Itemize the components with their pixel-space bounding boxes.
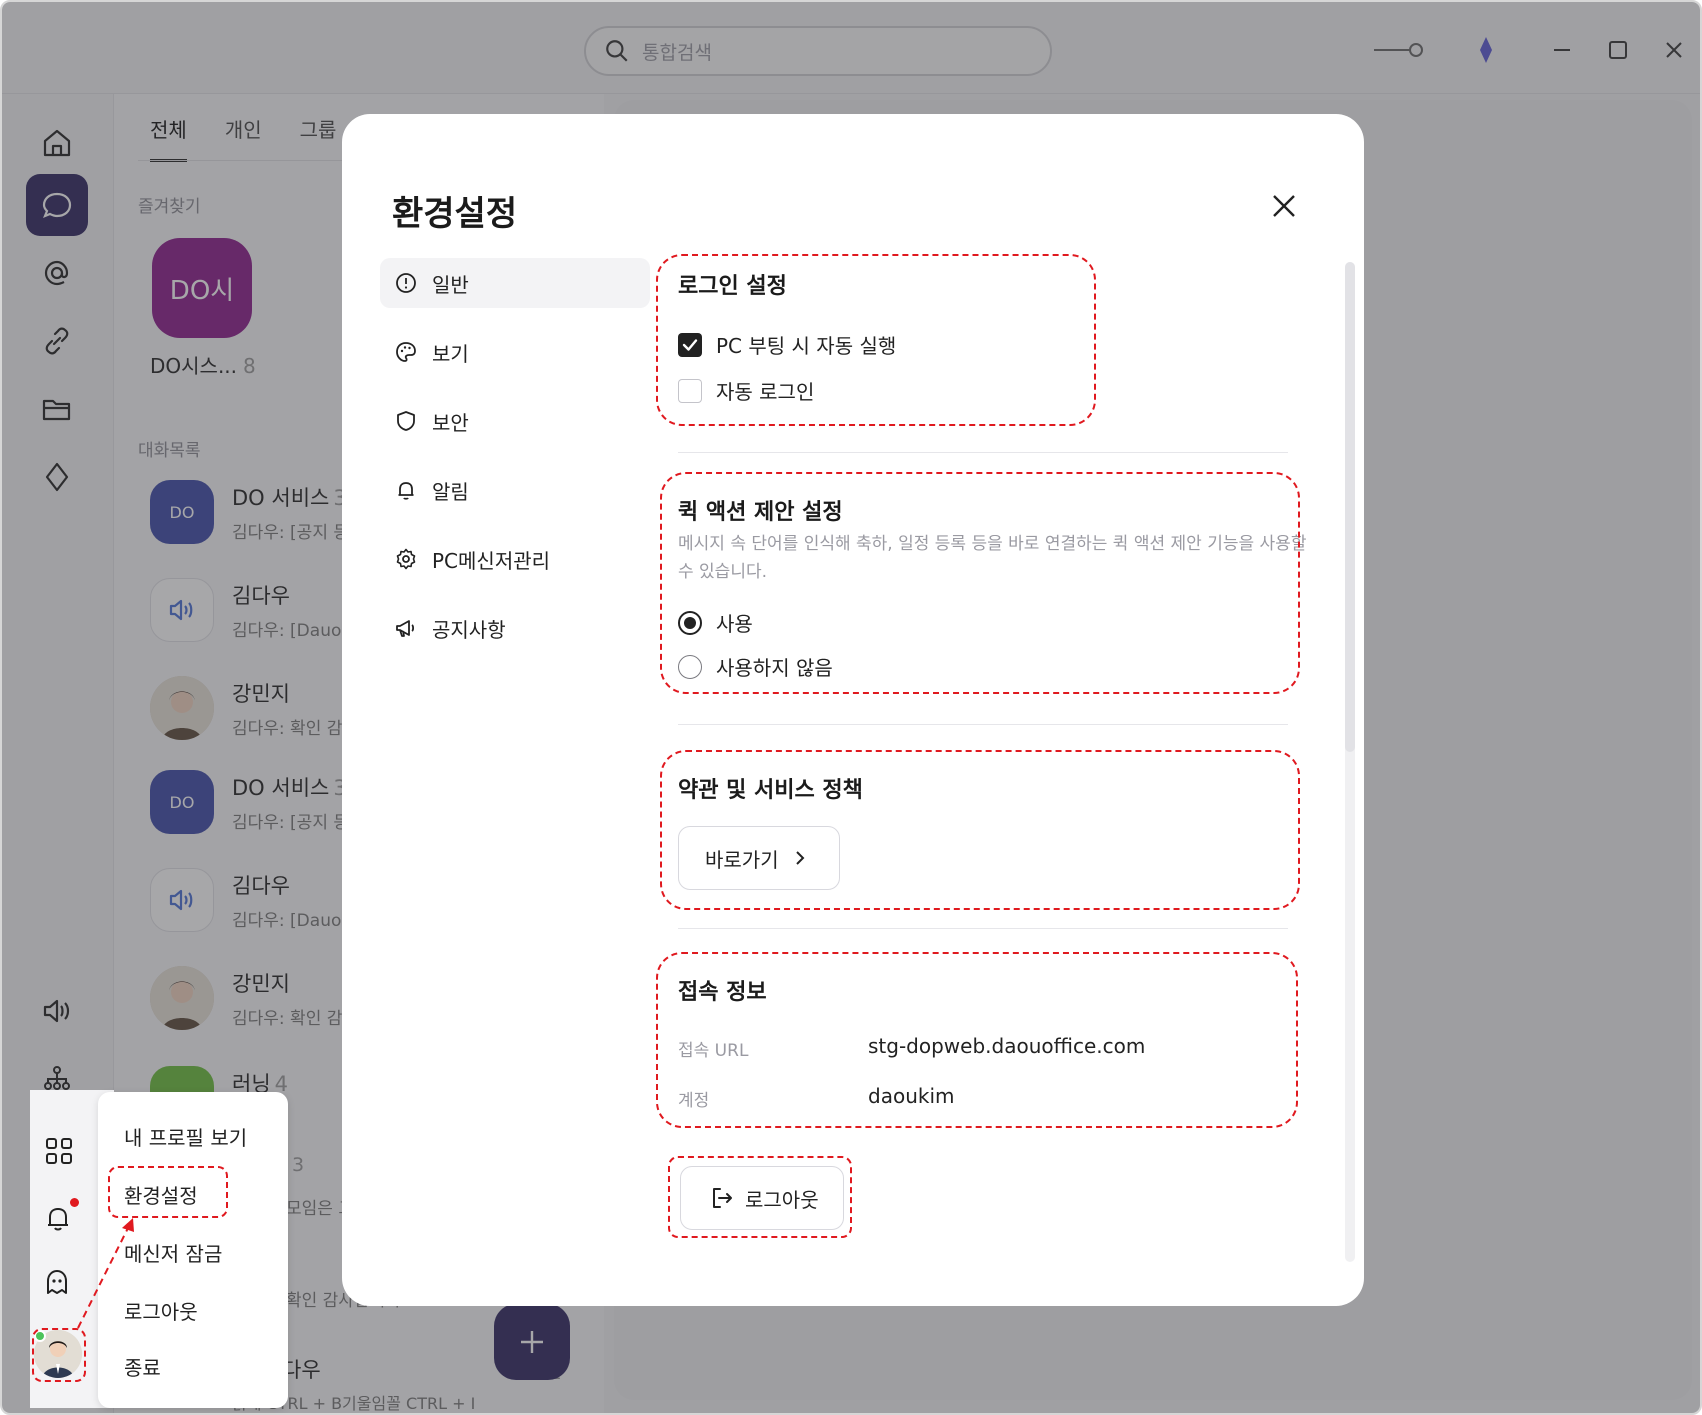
settings-nav: 일반 보기 보안 알림 PC메신저관리 공지사항 bbox=[380, 258, 650, 672]
highlight-quick-action bbox=[660, 472, 1300, 694]
notification-dot bbox=[70, 1198, 79, 1207]
profile-menu: 내 프로필 보기 환경설정 메신저 잠금 로그아웃 종료 bbox=[98, 1092, 288, 1408]
menu-lock-messenger[interactable]: 메신저 잠금 bbox=[124, 1238, 222, 1267]
nav-pc-messenger[interactable]: PC메신저관리 bbox=[380, 534, 650, 584]
nav-label: 일반 bbox=[432, 272, 469, 297]
nav-label: 보기 bbox=[432, 341, 469, 366]
nav-view[interactable]: 보기 bbox=[380, 327, 650, 377]
highlight-terms bbox=[660, 750, 1300, 910]
info-circle-icon bbox=[396, 273, 416, 293]
bell-icon bbox=[398, 482, 414, 500]
highlight-settings-menu bbox=[108, 1166, 228, 1218]
nav-announcements[interactable]: 공지사항 bbox=[380, 603, 650, 653]
ghost-icon[interactable] bbox=[40, 1266, 74, 1300]
gear-icon bbox=[396, 548, 416, 570]
nav-label: 알림 bbox=[432, 479, 469, 504]
shield-icon bbox=[397, 411, 415, 431]
settings-scrollbar[interactable] bbox=[1345, 262, 1355, 1262]
close-icon[interactable] bbox=[1268, 190, 1300, 222]
menu-exit[interactable]: 종료 bbox=[124, 1352, 161, 1381]
menu-view-profile[interactable]: 내 프로필 보기 bbox=[124, 1122, 247, 1151]
nav-label: 공지사항 bbox=[432, 617, 506, 642]
highlight-logout bbox=[668, 1156, 852, 1238]
highlight-avatar bbox=[32, 1328, 86, 1382]
highlight-login-settings bbox=[656, 254, 1096, 426]
bell-icon[interactable] bbox=[42, 1202, 74, 1234]
menu-logout[interactable]: 로그아웃 bbox=[124, 1296, 198, 1325]
nav-notifications[interactable]: 알림 bbox=[380, 465, 650, 515]
section-divider bbox=[678, 452, 1288, 453]
section-divider bbox=[678, 928, 1288, 929]
section-divider bbox=[678, 724, 1288, 725]
megaphone-icon bbox=[396, 620, 415, 637]
page-title: 환경설정 bbox=[392, 194, 518, 234]
apps-grid-icon[interactable] bbox=[44, 1136, 74, 1166]
nav-general[interactable]: 일반 bbox=[380, 258, 650, 308]
messenger-window: 통합검색 전체 개인 그룹 즐겨찾기 DO시 DO시스... 8 대화목록 DO… bbox=[0, 0, 1702, 1415]
nav-security[interactable]: 보안 bbox=[380, 396, 650, 446]
highlight-connection-info bbox=[656, 952, 1298, 1128]
settings-modal: 환경설정 일반 보기 보안 알림 PC메신저관리 공지사항 로그인 설정 PC … bbox=[342, 114, 1364, 1306]
scrollbar-thumb[interactable] bbox=[1345, 262, 1355, 752]
nav-label: 보안 bbox=[432, 410, 469, 435]
nav-label: PC메신저관리 bbox=[432, 548, 551, 573]
palette-icon bbox=[396, 342, 416, 362]
